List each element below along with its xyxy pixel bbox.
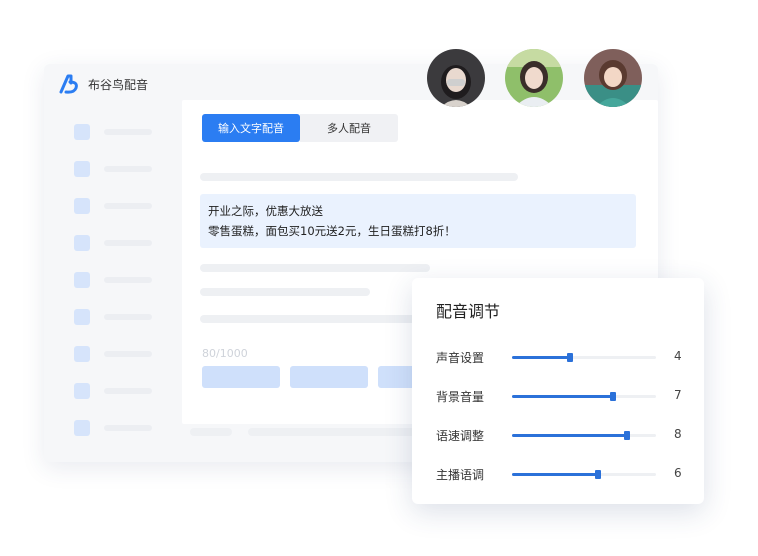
slider-row-background-volume: 背景音量 7 xyxy=(412,386,704,406)
slider-handle[interactable] xyxy=(609,392,616,401)
panel-title: 配音调节 xyxy=(436,302,501,321)
speed-slider[interactable] xyxy=(512,431,656,440)
sidebar-item-label xyxy=(104,351,152,357)
sidebar-item-label xyxy=(104,277,152,283)
slider-row-speed: 语速调整 8 xyxy=(412,425,704,445)
placeholder-line xyxy=(248,428,428,436)
sidebar-item-icon xyxy=(74,383,90,399)
sidebar-item-icon xyxy=(74,346,90,362)
slider-label: 声音设置 xyxy=(436,351,485,365)
anchor-tone-slider[interactable] xyxy=(512,470,656,479)
script-line: 零售蛋糕，面包买10元送2元，生日蛋糕打8折！ xyxy=(208,224,456,238)
placeholder-line xyxy=(200,315,440,323)
sidebar-item-icon xyxy=(74,235,90,251)
background-volume-slider[interactable] xyxy=(512,392,656,401)
slider-fill xyxy=(512,395,613,398)
action-button[interactable] xyxy=(290,366,368,388)
placeholder-line xyxy=(200,264,430,272)
script-line: 开业之际，优惠大放送 xyxy=(208,204,323,218)
sidebar-item-icon xyxy=(74,161,90,177)
sidebar-item[interactable] xyxy=(74,418,164,438)
tab-text-dubbing[interactable]: 输入文字配音 xyxy=(202,114,300,142)
sidebar-item-label xyxy=(104,240,152,246)
tab-multi-dubbing[interactable]: 多人配音 xyxy=(300,114,398,142)
brand: 布谷鸟配音 xyxy=(58,73,148,95)
slider-handle[interactable] xyxy=(624,431,631,440)
sidebar-item[interactable] xyxy=(74,233,164,253)
sidebar-item[interactable] xyxy=(74,270,164,290)
char-count: 80/1000 xyxy=(202,347,248,360)
sidebar-item-icon xyxy=(74,124,90,140)
slider-label: 主播语调 xyxy=(436,468,485,482)
action-button[interactable] xyxy=(202,366,280,388)
sidebar-item-label xyxy=(104,388,152,394)
slider-value: 4 xyxy=(674,349,682,363)
slider-label: 背景音量 xyxy=(436,390,485,404)
slider-fill xyxy=(512,434,628,437)
placeholder-line xyxy=(190,428,232,436)
avatar-voice-1[interactable] xyxy=(427,49,485,107)
slider-value: 7 xyxy=(674,388,682,402)
sidebar-item-label xyxy=(104,203,152,209)
slider-label: 语速调整 xyxy=(436,429,485,443)
avatar-voice-3-icon xyxy=(584,49,642,107)
script-text-area[interactable]: 开业之际，优惠大放送 零售蛋糕，面包买10元送2元，生日蛋糕打8折！ xyxy=(200,194,636,248)
slider-row-anchor-tone: 主播语调 6 xyxy=(412,464,704,484)
sidebar-item[interactable] xyxy=(74,344,164,364)
sidebar-item[interactable] xyxy=(74,196,164,216)
slider-value: 8 xyxy=(674,427,682,441)
sidebar-item-icon xyxy=(74,309,90,325)
sidebar-item-icon xyxy=(74,198,90,214)
placeholder-line xyxy=(200,173,518,181)
sidebar-item-label xyxy=(104,129,152,135)
avatar-voice-1-icon xyxy=(427,49,485,107)
slider-handle[interactable] xyxy=(595,470,602,479)
app-name: 布谷鸟配音 xyxy=(88,77,149,92)
placeholder-line xyxy=(200,288,370,296)
sidebar-item-label xyxy=(104,425,152,431)
slider-handle[interactable] xyxy=(566,353,573,362)
slider-value: 6 xyxy=(674,466,682,480)
avatar-voice-2[interactable] xyxy=(505,49,563,107)
sidebar-item[interactable] xyxy=(74,122,164,142)
voice-adjust-panel: 配音调节 声音设置 4 背景音量 7 语速调整 8 主播语调 6 xyxy=(412,278,704,504)
avatar-voice-3[interactable] xyxy=(584,49,642,107)
sidebar-item[interactable] xyxy=(74,307,164,327)
sidebar-item[interactable] xyxy=(74,381,164,401)
sidebar-item-icon xyxy=(74,420,90,436)
logo-icon xyxy=(59,74,78,94)
slider-row-voice-setting: 声音设置 4 xyxy=(412,347,704,367)
voice-setting-slider[interactable] xyxy=(512,353,656,362)
sidebar-item-label xyxy=(104,314,152,320)
sidebar-item[interactable] xyxy=(74,159,164,179)
slider-fill xyxy=(512,356,570,359)
avatar-voice-2-icon xyxy=(505,49,563,107)
slider-fill xyxy=(512,473,599,476)
sidebar-item-label xyxy=(104,166,152,172)
sidebar-item-icon xyxy=(74,272,90,288)
